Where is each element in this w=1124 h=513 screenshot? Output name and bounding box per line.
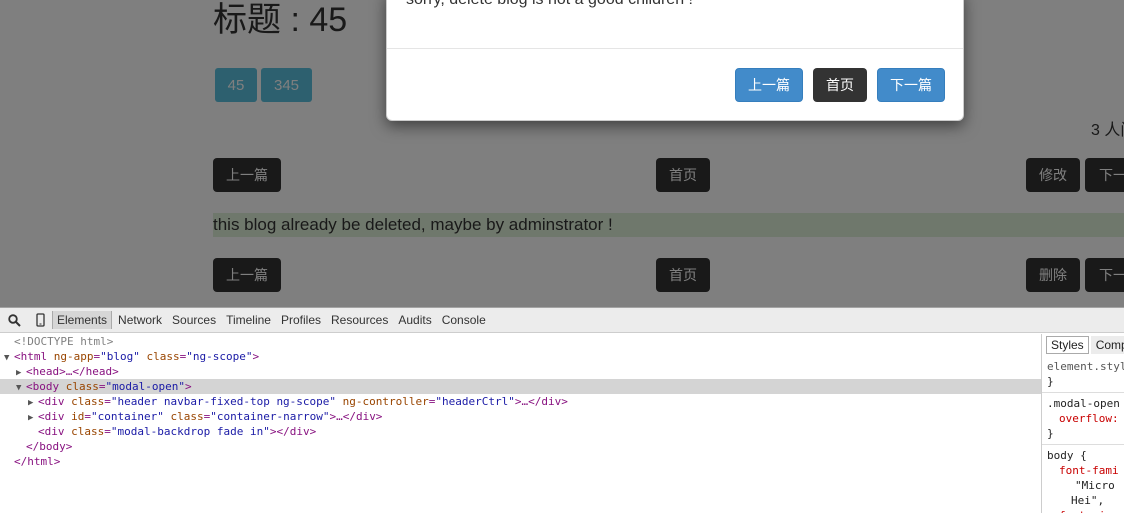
dom-tree: <!DOCTYPE html> ▼ <html ng-app="blog" cla… (0, 334, 1041, 513)
dom-node-doctype[interactable]: <!DOCTYPE html> (0, 334, 1041, 349)
modal-prev-button[interactable]: 上一篇 (735, 68, 803, 102)
tab-computed[interactable]: Comp (1090, 336, 1124, 354)
blog-page: 标题 : 45 45 345 3 人阅读 上一篇 首页 修改 下一篇 this … (0, 0, 1124, 307)
search-icon[interactable] (0, 308, 28, 332)
devtools-toolbar: Elements Network Sources Timeline Profil… (0, 308, 1124, 333)
modal-next-button[interactable]: 下一篇 (877, 68, 945, 102)
device-mode-icon[interactable] (28, 308, 52, 332)
tab-profiles[interactable]: Profiles (277, 311, 325, 329)
styles-pane: Styles Comp element.style { } .modal-ope… (1041, 334, 1124, 513)
style-rule-modal-open[interactable]: .modal-open overflow: } (1042, 393, 1124, 445)
style-rule-body[interactable]: body { font-fami "Micro Hei", font-size (1042, 445, 1124, 513)
dom-node-body[interactable]: ▼ <body class="modal-open"> (0, 379, 1041, 394)
modal-dialog: sorry, delete blog is not a good childre… (386, 0, 964, 121)
dom-node-html[interactable]: ▼ <html ng-app="blog" class="ng-scope"> (0, 349, 1041, 364)
modal-divider (387, 48, 963, 49)
dom-node-html-close[interactable]: </html> (0, 454, 1041, 469)
tab-styles[interactable]: Styles (1046, 336, 1089, 354)
dom-node-backdrop-div[interactable]: <div class="modal-backdrop fade in"></di… (0, 424, 1041, 439)
dom-node-body-close[interactable]: </body> (0, 439, 1041, 454)
dom-node-container-div[interactable]: ▶ <div id="container" class="container-na… (0, 409, 1041, 424)
devtools-panel: Elements Network Sources Timeline Profil… (0, 307, 1124, 513)
styles-tabs: Styles Comp (1042, 334, 1124, 356)
dom-node-header-div[interactable]: ▶ <div class="header navbar-fixed-top ng-… (0, 394, 1041, 409)
style-rule-element[interactable]: element.style { } (1042, 356, 1124, 393)
tab-network[interactable]: Network (114, 311, 166, 329)
tab-sources[interactable]: Sources (168, 311, 220, 329)
tab-resources[interactable]: Resources (327, 311, 392, 329)
tab-console[interactable]: Console (438, 311, 490, 329)
tab-timeline[interactable]: Timeline (222, 311, 275, 329)
modal-home-button[interactable]: 首页 (813, 68, 867, 102)
modal-message: sorry, delete blog is not a good childre… (406, 0, 693, 15)
tab-elements[interactable]: Elements (52, 311, 113, 329)
dom-node-head[interactable]: ▶ <head>…</head> (0, 364, 1041, 379)
tab-audits[interactable]: Audits (394, 311, 435, 329)
